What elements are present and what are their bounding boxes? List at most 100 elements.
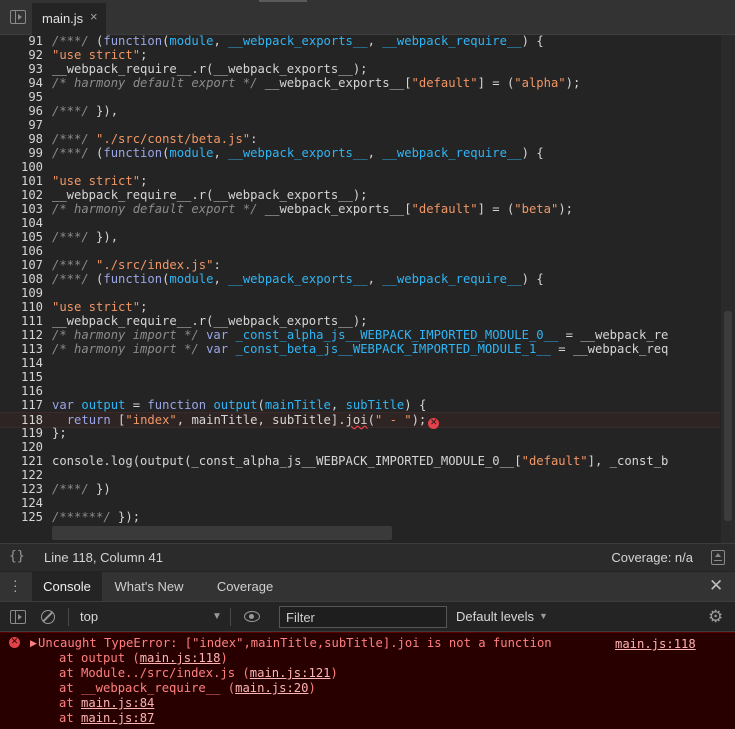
tab-whats-new[interactable]: What's New (102, 572, 196, 601)
line-number[interactable]: 92 (0, 48, 43, 62)
stack-frame-link[interactable]: main.js:118 (140, 651, 221, 665)
line-number[interactable]: 113 (0, 342, 43, 356)
error-message[interactable]: Uncaught TypeError: ["index",mainTitle,s… (38, 636, 552, 651)
code-token: = (125, 398, 148, 412)
line-code: /***/ (function(module, __webpack_export… (52, 35, 544, 48)
line-number[interactable]: 117 (0, 398, 43, 412)
tab-coverage[interactable]: Coverage (203, 572, 287, 601)
line-number[interactable]: 115 (0, 370, 43, 384)
code-line: 115 (0, 370, 720, 384)
gear-icon[interactable]: ⚙ (708, 608, 723, 625)
stack-frame-link[interactable]: main.js:84 (81, 696, 154, 710)
code-token: = __webpack_req (550, 342, 669, 356)
context-selector[interactable]: top (80, 609, 98, 624)
line-code: "use strict"; (52, 174, 147, 188)
line-code: __webpack_require__.r(__webpack_exports_… (52, 188, 368, 202)
code-token: output (81, 398, 126, 412)
tab-bar-strip (259, 0, 307, 2)
line-number[interactable]: 101 (0, 174, 43, 188)
line-number[interactable]: 123 (0, 482, 43, 496)
scrollbar-thumb[interactable] (724, 311, 732, 521)
line-number[interactable]: 110 (0, 300, 43, 314)
source-link[interactable]: main.js:118 (615, 637, 696, 651)
line-number[interactable]: 122 (0, 468, 43, 482)
editor-status-bar: {} Line 118, Column 41 Coverage: n/a (0, 543, 735, 571)
line-number[interactable]: 97 (0, 118, 43, 132)
expand-arrow-icon[interactable]: ▶ (30, 638, 37, 649)
line-number[interactable]: 93 (0, 62, 43, 76)
line-number[interactable]: 114 (0, 356, 43, 370)
toolbar-divider (68, 608, 69, 626)
code-line: 106 (0, 244, 720, 258)
line-number[interactable]: 125 (0, 510, 43, 524)
line-number[interactable]: 104 (0, 216, 43, 230)
line-number[interactable]: 105 (0, 230, 43, 244)
chevron-down-icon[interactable]: ▼ (539, 611, 548, 621)
show-coverage-icon[interactable] (711, 550, 725, 565)
line-number[interactable]: 119 (0, 426, 43, 440)
line-code: /***/ (function(module, __webpack_export… (52, 272, 544, 286)
code-token: ; (140, 174, 148, 188)
code-token: ) { (521, 146, 544, 160)
code-token: "default" (411, 202, 478, 216)
stack-frame-text: ) (220, 651, 228, 665)
line-number[interactable]: 98 (0, 132, 43, 146)
line-number[interactable]: 91 (0, 35, 43, 48)
line-code: /******/ }); (52, 510, 140, 524)
line-number[interactable]: 100 (0, 160, 43, 174)
line-code: __webpack_require__.r(__webpack_exports_… (52, 62, 368, 76)
line-number[interactable]: 95 (0, 90, 43, 104)
line-number[interactable]: 94 (0, 76, 43, 90)
line-number[interactable]: 124 (0, 496, 43, 510)
line-code: console.log(output(_const_alpha_js__WEBP… (52, 454, 668, 468)
vertical-scrollbar[interactable] (721, 35, 735, 543)
line-number[interactable]: 106 (0, 244, 43, 258)
code-token: joi (345, 413, 368, 427)
more-menu-icon[interactable]: · · · (13, 573, 19, 597)
line-number[interactable]: 109 (0, 286, 43, 300)
code-line: 108 /***/ (function(module, __webpack_exp… (0, 272, 720, 286)
code-token: ( (88, 272, 104, 286)
tab-main-js[interactable]: main.js × (32, 3, 106, 37)
code-token: ( (88, 35, 104, 48)
clear-console-icon[interactable] (41, 610, 55, 624)
line-code: /***/ (function(module, __webpack_export… (52, 146, 544, 160)
code-token: /***/ (52, 230, 89, 244)
line-number[interactable]: 112 (0, 328, 43, 342)
stack-frame-link[interactable]: main.js:87 (81, 711, 154, 725)
line-code: }; (52, 426, 67, 440)
line-number[interactable]: 96 (0, 104, 43, 118)
close-tab-icon[interactable]: × (90, 9, 98, 24)
line-number[interactable]: 108 (0, 272, 43, 286)
tab-console[interactable]: Console (32, 572, 102, 601)
horizontal-scrollbar[interactable] (52, 526, 392, 540)
line-number[interactable]: 121 (0, 454, 43, 468)
error-source-link[interactable]: main.js:118 (615, 637, 696, 652)
line-number[interactable]: 103 (0, 202, 43, 216)
toggle-navigator-icon[interactable] (10, 10, 26, 24)
line-number[interactable]: 120 (0, 440, 43, 454)
line-number[interactable]: 116 (0, 384, 43, 398)
stack-frame-link[interactable]: main.js:20 (235, 681, 308, 695)
show-console-sidebar-icon[interactable] (10, 610, 26, 624)
chevron-down-icon[interactable]: ▼ (212, 611, 222, 622)
code-line: 124 (0, 496, 720, 510)
code-token: __webpack_exports__ (228, 35, 368, 48)
line-number[interactable]: 99 (0, 146, 43, 160)
line-code: "use strict"; (52, 300, 147, 314)
line-number[interactable]: 102 (0, 188, 43, 202)
code-line: 105 /***/ }), (0, 230, 720, 244)
code-line: 123 /***/ }) (0, 482, 720, 496)
line-number[interactable]: 118 (0, 413, 43, 427)
eye-icon[interactable] (244, 611, 260, 622)
code-token: , (367, 146, 383, 160)
line-number[interactable]: 111 (0, 314, 43, 328)
pretty-print-icon[interactable]: {} (9, 549, 25, 564)
close-drawer-icon[interactable]: ✕ (709, 576, 723, 596)
log-levels-selector[interactable]: Default levels (456, 609, 534, 624)
code-editor[interactable]: 91 /***/ (function(module, __webpack_expo… (0, 35, 735, 543)
stack-frame-link[interactable]: main.js:121 (250, 666, 331, 680)
line-number[interactable]: 107 (0, 258, 43, 272)
filter-input[interactable] (279, 606, 447, 628)
